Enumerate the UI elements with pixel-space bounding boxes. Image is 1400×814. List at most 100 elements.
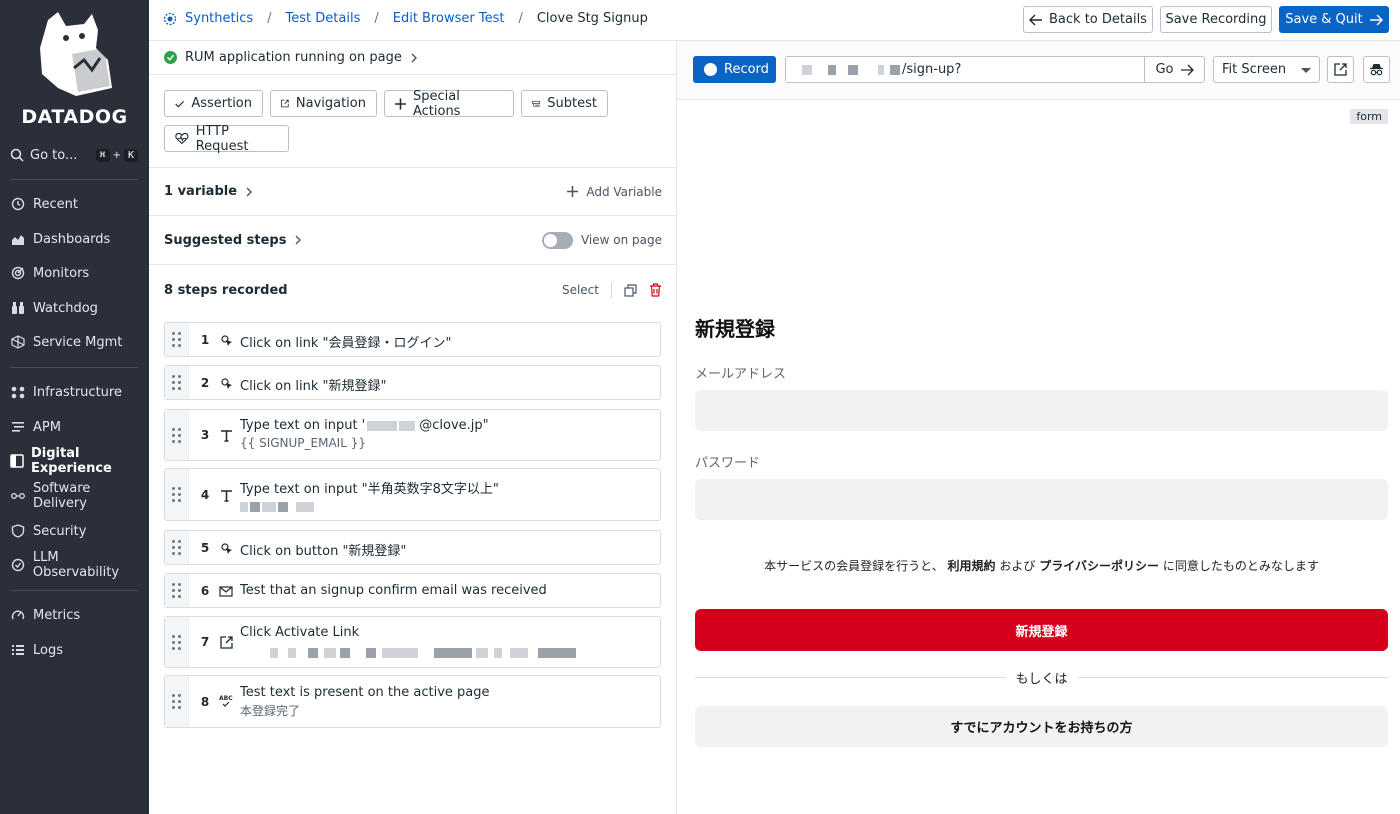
step-text-suffix: @clove.jp" — [419, 418, 489, 433]
assertion-label: Assertion — [191, 96, 252, 111]
copy-icon[interactable] — [624, 283, 637, 297]
external-link-icon — [281, 99, 289, 108]
sidebar-item-monitors[interactable]: Monitors — [10, 262, 148, 284]
email-field[interactable] — [695, 390, 1388, 431]
signup-submit-button[interactable]: 新規登録 — [695, 609, 1388, 651]
sidebar-divider — [10, 179, 138, 180]
sidebar-item-watchdog[interactable]: Watchdog — [10, 297, 148, 319]
steps-header: 8 steps recorded Select — [164, 281, 662, 299]
drag-handle-icon[interactable] — [165, 676, 189, 727]
sidebar-item-apm[interactable]: APM — [10, 416, 148, 438]
drag-handle-icon[interactable] — [165, 366, 189, 399]
fit-screen-select[interactable]: Fit Screen — [1213, 56, 1320, 83]
assertion-button[interactable]: Assertion — [164, 90, 263, 117]
sidebar-item-security[interactable]: Security — [10, 520, 148, 542]
sidebar-item-dashboards[interactable]: Dashboards — [10, 228, 148, 250]
sidebar-item-recent[interactable]: Recent — [10, 193, 148, 215]
sidebar-item-digital-experience[interactable]: Digital Experience — [10, 446, 148, 476]
cube-icon — [10, 334, 26, 350]
open-external-button[interactable] — [1327, 56, 1354, 83]
existing-account-button[interactable]: すでにアカウントをお持ちの方 — [695, 706, 1388, 747]
navigation-button[interactable]: Navigation — [270, 90, 377, 117]
step-number: 4 — [200, 488, 210, 502]
record-button[interactable]: Record — [693, 56, 776, 83]
breadcrumb: Synthetics / Test Details / Edit Browser… — [163, 11, 648, 26]
redacted-value — [240, 499, 314, 513]
url-input[interactable]: /sign-up? Go — [785, 56, 1205, 83]
step-row[interactable]: 6 Test that an signup confirm email was … — [164, 573, 661, 608]
radar-icon — [10, 265, 26, 281]
datadog-logo[interactable]: DATADOG — [0, 8, 149, 128]
special-actions-button[interactable]: Special Actions — [384, 88, 514, 119]
sidebar-item-software-delivery[interactable]: Software Delivery — [10, 481, 148, 511]
step-row[interactable]: 5 Click on button "新規登録" — [164, 530, 661, 565]
breadcrumb-test-details[interactable]: Test Details — [286, 11, 361, 26]
back-to-details-button[interactable]: Back to Details — [1023, 6, 1153, 33]
step-row[interactable]: 7 Click Activate Link — [164, 616, 661, 668]
sidebar-item-label: Software Delivery — [32, 481, 91, 511]
breadcrumb-separator: / — [518, 11, 523, 26]
form-element-tag: form — [1350, 109, 1388, 124]
sidebar-item-label: Metrics — [33, 607, 81, 623]
drag-handle-icon[interactable] — [165, 617, 189, 667]
step-text: Type text on input "半角英数字8文字以上" — [240, 482, 499, 497]
step-row[interactable]: 8 ABC Test text is present on the active… — [164, 675, 661, 728]
external-link-icon — [219, 635, 233, 649]
sidebar-item-label: Watchdog — [33, 300, 98, 316]
url-path-text: /sign-up? — [902, 62, 962, 77]
list-lines-icon — [10, 419, 26, 435]
step-row[interactable]: 2 Click on link "新規登録" — [164, 365, 661, 400]
add-variable-button[interactable]: Add Variable — [567, 185, 662, 199]
password-field[interactable] — [695, 479, 1388, 520]
click-icon — [219, 541, 233, 555]
page-preview: form 新規登録 メールアドレス パスワード 本サービスの会員登録を行うと、 … — [677, 100, 1400, 814]
sidebar-item-metrics[interactable]: Metrics — [10, 604, 148, 626]
goto-search[interactable]: Go to... ⌘ + K — [10, 144, 138, 166]
incognito-button[interactable] — [1363, 56, 1390, 83]
http-request-button[interactable]: HTTP Request — [164, 124, 289, 154]
step-row[interactable]: 1 Click on link "会員登録・ログイン" — [164, 322, 661, 357]
suggested-steps-toggle[interactable]: Suggested steps — [164, 233, 302, 248]
drag-handle-icon[interactable] — [165, 531, 189, 564]
sidebar-item-infrastructure[interactable]: Infrastructure — [10, 381, 148, 403]
sidebar-item-service-mgmt[interactable]: Service Mgmt — [10, 331, 148, 353]
save-recording-button[interactable]: Save Recording — [1160, 6, 1272, 33]
rum-status-row[interactable]: RUM application running on page — [149, 41, 677, 75]
drag-handle-icon[interactable] — [165, 323, 189, 356]
fit-screen-value: Fit Screen — [1222, 62, 1287, 77]
sidebar-item-llm-observability[interactable]: LLM Observability — [10, 550, 148, 580]
subtest-button[interactable]: Subtest — [521, 90, 608, 117]
step-row[interactable]: 3 Type text on input ' @clove.jp" {{ SIGN… — [164, 409, 661, 461]
breadcrumb-edit-browser-test[interactable]: Edit Browser Test — [393, 11, 505, 26]
save-and-quit-button[interactable]: Save & Quit — [1279, 6, 1389, 33]
arrow-right-icon — [1369, 14, 1383, 25]
preview-heading: 新規登録 — [695, 317, 775, 341]
trash-icon[interactable] — [649, 283, 662, 297]
sidebar-item-label: Infrastructure — [33, 384, 122, 400]
variables-toggle[interactable]: 1 variable — [164, 184, 253, 199]
or-divider: もしくは — [695, 669, 1389, 687]
step-text: Click on link "会員登録・ログイン" — [240, 336, 452, 351]
sidebar-item-label: Dashboards — [33, 231, 111, 247]
view-on-page-toggle[interactable] — [541, 231, 573, 249]
breadcrumb-synthetics[interactable]: Synthetics — [185, 11, 253, 26]
terms-of-service-link[interactable]: 利用規約 — [948, 559, 996, 573]
subtest-label: Subtest — [547, 96, 597, 111]
abc-check-icon: ABC — [219, 694, 233, 708]
step-text: Test that an signup confirm email was re… — [240, 583, 547, 598]
text-icon — [219, 488, 233, 502]
step-number: 5 — [200, 541, 210, 555]
privacy-policy-link[interactable]: プライバシーポリシー — [1039, 559, 1159, 573]
drag-handle-icon[interactable] — [165, 574, 189, 607]
drag-handle-icon[interactable] — [165, 469, 189, 520]
go-button[interactable]: Go — [1144, 57, 1204, 82]
select-steps-button[interactable]: Select — [562, 283, 599, 297]
special-actions-label: Special Actions — [412, 88, 461, 119]
search-icon — [10, 148, 24, 162]
rum-status-label: RUM application running on page — [185, 50, 402, 65]
step-row[interactable]: 4 Type text on input "半角英数字8文字以上" — [164, 468, 661, 521]
sidebar-item-logs[interactable]: Logs — [10, 639, 148, 661]
record-dot-icon — [704, 63, 717, 76]
back-to-details-label: Back to Details — [1049, 12, 1147, 27]
drag-handle-icon[interactable] — [165, 410, 189, 460]
